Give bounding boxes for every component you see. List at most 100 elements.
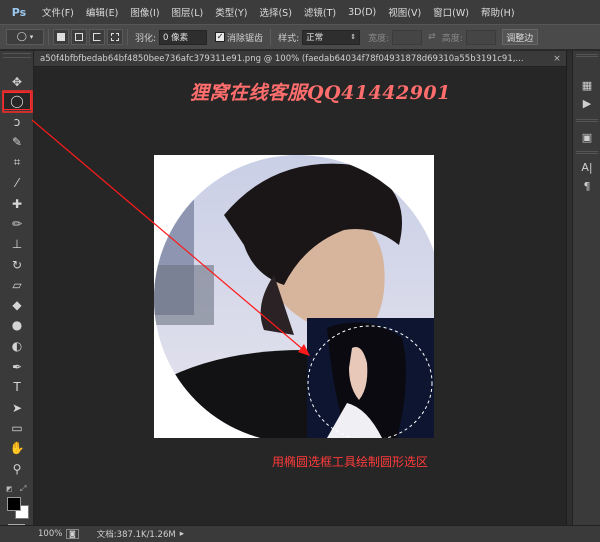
menu-type[interactable]: 类型(Y) bbox=[209, 5, 253, 19]
subtract-selection-button[interactable] bbox=[89, 29, 105, 45]
menu-filter[interactable]: 滤镜(T) bbox=[298, 5, 342, 19]
pen-tool[interactable]: ✒ bbox=[3, 358, 31, 376]
height-label: 高度: bbox=[441, 33, 463, 44]
chevron-down-icon: ▾ bbox=[29, 33, 34, 41]
character-panel-icon[interactable]: A| bbox=[577, 159, 597, 175]
history-brush-tool[interactable]: ↻ bbox=[3, 256, 31, 274]
status-arrow-icon[interactable]: ▸ bbox=[180, 529, 184, 539]
crop-tool[interactable]: ⌗ bbox=[3, 153, 31, 171]
width-input[interactable] bbox=[392, 29, 423, 45]
menu-select[interactable]: 选择(S) bbox=[253, 5, 297, 19]
lasso-tool[interactable]: ↄ bbox=[3, 113, 31, 131]
antialias-label: 消除锯齿 bbox=[227, 33, 264, 44]
width-label: 宽度: bbox=[368, 33, 390, 44]
rectangle-icon: ▭ bbox=[11, 421, 23, 435]
document-info: 文档:387.1K/1.26M bbox=[96, 530, 176, 540]
add-selection-icon bbox=[75, 33, 83, 41]
quick-selection-tool[interactable]: ✎ bbox=[3, 133, 31, 151]
antialias-checkbox[interactable]: ✓ bbox=[215, 32, 226, 42]
subtract-selection-icon bbox=[93, 33, 101, 41]
elliptical-marquee-tool[interactable]: ◯ bbox=[3, 92, 31, 110]
panel-grip[interactable] bbox=[576, 151, 598, 154]
history-panel-icon[interactable]: ▦ bbox=[577, 77, 597, 93]
watermark-text: 狸窝在线客服QQ41442901 bbox=[190, 82, 451, 104]
eraser-icon: ▱ bbox=[12, 278, 22, 292]
paint-bucket-icon: ◆ bbox=[12, 298, 22, 312]
panel-grip[interactable] bbox=[576, 119, 598, 122]
document-canvas[interactable] bbox=[154, 155, 434, 438]
panel-grip[interactable] bbox=[3, 53, 31, 58]
menu-3d[interactable]: 3D(D) bbox=[342, 7, 382, 18]
brush-tool[interactable]: ✏ bbox=[3, 215, 31, 233]
spot-healing-tool[interactable]: ✚ bbox=[3, 195, 31, 213]
quick-selection-icon: ✎ bbox=[11, 135, 23, 149]
blur-icon: ● bbox=[11, 318, 23, 332]
divider bbox=[48, 29, 49, 45]
menu-edit[interactable]: 编辑(E) bbox=[80, 5, 124, 19]
menu-help[interactable]: 帮助(H) bbox=[475, 5, 521, 19]
menu-window[interactable]: 窗口(W) bbox=[427, 5, 475, 19]
path-selection-tool[interactable]: ➤ bbox=[3, 399, 31, 417]
actions-panel-icon[interactable]: ▶ bbox=[577, 95, 597, 111]
intersect-selection-button[interactable] bbox=[107, 29, 123, 45]
properties-panel-icon[interactable]: ▣ bbox=[577, 129, 597, 145]
close-tab-button[interactable]: × bbox=[550, 54, 564, 64]
paragraph-panel-icon[interactable]: ¶ bbox=[577, 178, 597, 194]
divider bbox=[270, 29, 272, 45]
type-icon: T bbox=[13, 380, 21, 394]
style-select[interactable]: 正常 ⇕ bbox=[302, 29, 361, 45]
elliptical-marquee-icon: ◯ bbox=[10, 94, 24, 108]
lasso-icon: ↄ bbox=[13, 115, 21, 129]
add-to-selection-button[interactable] bbox=[71, 29, 87, 45]
menu-bar: Ps 文件(F) 编辑(E) 图像(I) 图层(L) 类型(Y) 选择(S) 滤… bbox=[0, 0, 600, 24]
eyedropper-tool[interactable]: ⁄ bbox=[3, 174, 31, 192]
status-bar: 100% ◙ 文档:387.1K/1.26M ▸ bbox=[0, 525, 600, 542]
menu-file[interactable]: 文件(F) bbox=[36, 5, 80, 19]
zoom-tool[interactable]: ⚲ bbox=[3, 460, 31, 478]
menu-layer[interactable]: 图层(L) bbox=[166, 5, 210, 19]
panel-grip[interactable] bbox=[576, 54, 598, 57]
dodge-tool[interactable]: ◐ bbox=[3, 337, 31, 355]
menu-image[interactable]: 图像(I) bbox=[124, 5, 165, 19]
hand-icon: ✋ bbox=[9, 441, 25, 455]
spot-healing-icon: ✚ bbox=[11, 197, 23, 211]
dodge-icon: ◐ bbox=[11, 339, 23, 353]
history-brush-icon: ↻ bbox=[11, 258, 23, 272]
clone-stamp-tool[interactable]: ⊥ bbox=[3, 235, 31, 253]
ellipse-icon: ◯ bbox=[16, 32, 27, 42]
move-icon: ✥ bbox=[11, 75, 23, 89]
photoshop-logo: Ps bbox=[11, 5, 27, 19]
pen-icon: ✒ bbox=[11, 360, 23, 374]
new-selection-icon bbox=[57, 33, 65, 41]
tool-preset-picker[interactable]: ◯ ▾ bbox=[6, 29, 44, 45]
zoom-level[interactable]: 100% bbox=[38, 529, 66, 539]
rectangle-tool[interactable]: ▭ bbox=[3, 419, 31, 437]
status-menu-icon[interactable]: ◙ bbox=[66, 529, 79, 539]
panel-dock: ▦ ▶ ▣ A| ¶ bbox=[572, 51, 600, 525]
height-input[interactable] bbox=[465, 29, 496, 45]
move-tool[interactable]: ✥ bbox=[3, 73, 31, 91]
intersect-selection-icon bbox=[111, 33, 119, 41]
refine-edge-button[interactable]: 调整边 bbox=[501, 29, 538, 45]
paint-bucket-tool[interactable]: ◆ bbox=[3, 296, 31, 314]
inset-photo bbox=[307, 318, 434, 438]
annotation-caption: 用椭圆选框工具绘制圆形选区 bbox=[272, 455, 429, 469]
feather-label: 羽化: bbox=[135, 33, 157, 44]
swap-colors-icon[interactable]: ⤢ bbox=[20, 484, 26, 494]
foreground-color-swatch[interactable] bbox=[7, 497, 21, 511]
feather-input[interactable]: 0 像素 bbox=[159, 29, 208, 45]
blur-tool[interactable]: ● bbox=[3, 316, 31, 334]
eyedropper-icon: ⁄ bbox=[15, 176, 18, 190]
hand-tool[interactable]: ✋ bbox=[3, 439, 31, 457]
menu-view[interactable]: 视图(V) bbox=[382, 5, 427, 19]
default-colors-icon[interactable]: ◩ bbox=[6, 485, 13, 493]
tools-panel: ✥◯ↄ✎⌗⁄✚✏⊥↻▱◆●◐✒T➤▭✋⚲ ◩ ⤢ ◘ bbox=[0, 51, 34, 536]
document-tab-title: a50f4bfbfbedab64bf4850bee736afc379311e91… bbox=[40, 53, 524, 64]
eraser-tool[interactable]: ▱ bbox=[3, 276, 31, 294]
type-tool[interactable]: T bbox=[3, 378, 31, 396]
crop-icon: ⌗ bbox=[13, 154, 21, 169]
options-bar: ◯ ▾ 羽化: 0 像素 ✓ 消除锯齿 样式: 正常 ⇕ 宽度: ⇄ 高度: 调整边 bbox=[0, 24, 600, 50]
chevron-updown-icon: ⇕ bbox=[350, 33, 357, 41]
document-tab[interactable]: a50f4bfbfbedab64bf4850bee736afc379311e91… bbox=[34, 51, 566, 67]
new-selection-button[interactable] bbox=[53, 29, 69, 45]
